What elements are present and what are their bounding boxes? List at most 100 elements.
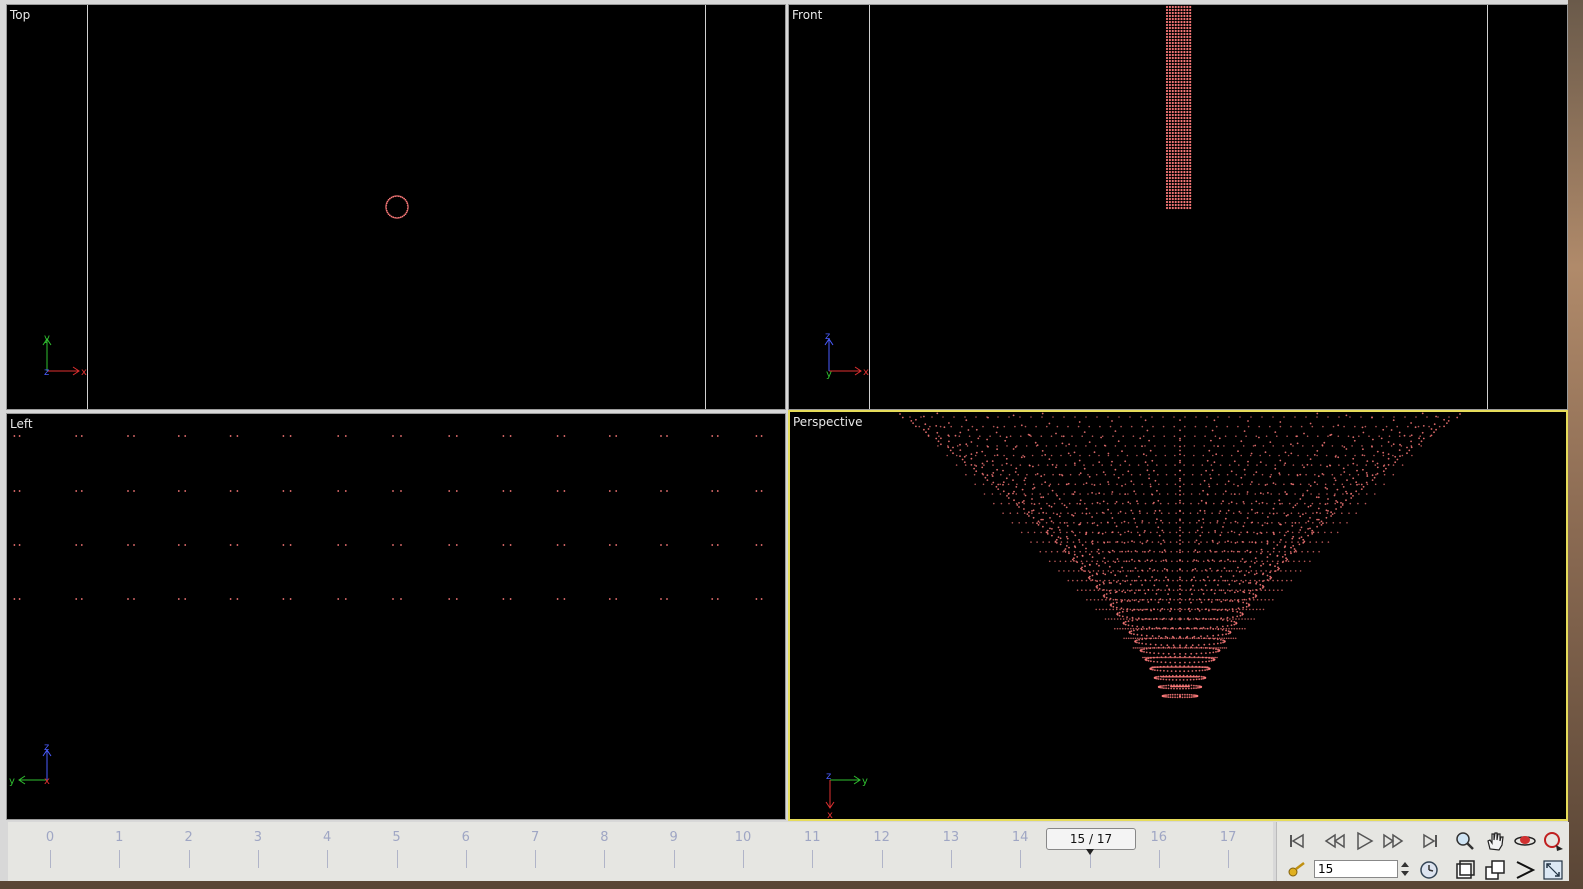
point xyxy=(1174,104,1177,108)
point xyxy=(1111,491,1114,493)
first-frame-icon[interactable] xyxy=(1285,829,1309,853)
point xyxy=(1042,511,1045,514)
point xyxy=(1224,599,1227,602)
viewport-top[interactable]: Top x y z xyxy=(6,4,786,410)
point xyxy=(1249,565,1252,568)
viewport-left[interactable]: Left y z x xyxy=(6,413,786,820)
point xyxy=(1180,131,1183,135)
point xyxy=(1168,119,1171,123)
point xyxy=(1144,579,1147,582)
point xyxy=(1174,92,1177,96)
point xyxy=(1151,635,1154,637)
point xyxy=(1168,26,1171,30)
point xyxy=(1111,531,1113,534)
point xyxy=(1288,502,1291,505)
point xyxy=(948,435,950,437)
point xyxy=(1122,570,1124,572)
point xyxy=(1410,445,1413,447)
point xyxy=(184,435,187,437)
rewind-icon[interactable] xyxy=(1323,829,1347,853)
orbit-icon[interactable] xyxy=(1513,829,1537,853)
viewport-front[interactable]: Front x z y xyxy=(788,4,1568,410)
point xyxy=(1103,493,1105,495)
point xyxy=(1179,534,1181,537)
point xyxy=(1141,642,1144,645)
point xyxy=(1168,89,1171,93)
point xyxy=(1174,696,1176,699)
point xyxy=(1075,445,1077,447)
zoom-icon[interactable] xyxy=(1453,829,1477,853)
frame-spinbox-arrows[interactable] xyxy=(1399,860,1411,878)
point xyxy=(563,544,566,546)
axis-label-x: x xyxy=(827,810,833,821)
point xyxy=(1222,526,1224,528)
point xyxy=(1371,445,1373,447)
point xyxy=(1193,684,1195,687)
point xyxy=(1205,656,1208,659)
point xyxy=(1078,473,1081,476)
point xyxy=(1218,512,1221,514)
point xyxy=(1376,450,1379,453)
point xyxy=(1142,435,1145,437)
point xyxy=(184,544,187,546)
key-icon[interactable] xyxy=(1285,858,1309,882)
point xyxy=(1188,693,1191,696)
point xyxy=(939,425,942,428)
point xyxy=(1242,581,1245,583)
point xyxy=(1095,563,1098,565)
point xyxy=(1191,627,1193,630)
point xyxy=(1091,560,1093,563)
point xyxy=(1183,143,1186,147)
point xyxy=(1186,167,1189,171)
cursor-arrow-icon[interactable] xyxy=(1513,858,1537,882)
point xyxy=(1187,670,1190,672)
timeline-tick-label: 4 xyxy=(323,830,332,845)
point xyxy=(1264,484,1267,486)
point xyxy=(1163,568,1166,570)
point xyxy=(1072,531,1075,534)
point xyxy=(1130,637,1132,640)
timeline-slider[interactable]: 0 1 2 3 4 5 6 7 8 9 10 11 12 13 14 16 17 15 / 17 xyxy=(8,822,1273,881)
frame-number-input[interactable] xyxy=(1314,860,1398,878)
point xyxy=(1150,637,1153,640)
fit-view-icon[interactable] xyxy=(1541,858,1565,882)
multi-view-icon[interactable] xyxy=(1483,858,1507,882)
point xyxy=(1143,531,1145,534)
point xyxy=(1300,526,1303,529)
point xyxy=(1179,598,1181,600)
point xyxy=(1220,531,1223,534)
play-icon[interactable] xyxy=(1352,829,1376,853)
point xyxy=(1179,584,1181,587)
pan-hand-icon[interactable] xyxy=(1483,829,1507,853)
point xyxy=(1073,553,1076,556)
point xyxy=(1180,176,1183,180)
point xyxy=(1171,95,1174,99)
view-box-icon[interactable] xyxy=(1453,858,1477,882)
point xyxy=(1177,191,1180,195)
current-frame-indicator[interactable]: 15 / 17 xyxy=(1046,828,1136,850)
point xyxy=(1120,425,1122,428)
timeline-playhead[interactable] xyxy=(1086,849,1094,855)
viewport-perspective[interactable]: Perspective y x z xyxy=(788,410,1568,821)
point xyxy=(1302,493,1304,495)
point xyxy=(1190,579,1192,582)
point xyxy=(1170,647,1173,649)
fast-forward-icon[interactable] xyxy=(1381,829,1405,853)
last-frame-icon[interactable] xyxy=(1418,829,1442,853)
point xyxy=(1202,560,1205,563)
point xyxy=(1213,656,1215,659)
point xyxy=(1189,140,1192,144)
point xyxy=(1196,570,1198,572)
clock-icon[interactable] xyxy=(1417,858,1441,882)
point xyxy=(1189,29,1192,33)
point xyxy=(1183,647,1186,649)
point xyxy=(760,490,763,492)
point xyxy=(1200,473,1203,476)
point xyxy=(1143,608,1145,611)
point xyxy=(1127,620,1130,623)
point xyxy=(1174,173,1177,177)
point xyxy=(1260,548,1263,551)
point xyxy=(1232,608,1234,611)
point xyxy=(1398,431,1401,434)
rotate-camera-icon[interactable] xyxy=(1541,829,1565,853)
